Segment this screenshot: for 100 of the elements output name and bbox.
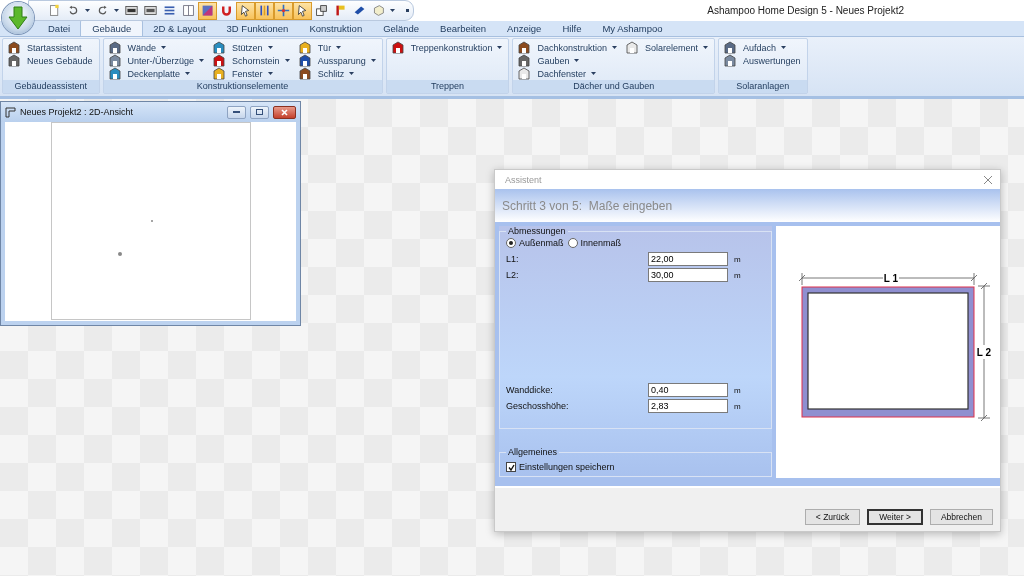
group-legend: Allgemeines	[506, 447, 560, 457]
group-legend: Abmessungen	[506, 226, 568, 236]
caret-icon	[781, 46, 786, 49]
check-icon	[507, 463, 515, 471]
tool-icon	[107, 40, 122, 55]
ribbon-button[interactable]: Aufdach	[722, 41, 801, 54]
ribbon-tab[interactable]: 3D Funktionen	[215, 21, 300, 36]
toolbar-icon	[201, 4, 214, 17]
ribbon-button[interactable]: Gauben	[517, 54, 617, 67]
dialog-button[interactable]: Abbrechen	[929, 509, 993, 525]
ribbon-tab[interactable]: Anzeige	[496, 21, 553, 36]
option-label: Außenmaß	[519, 238, 564, 248]
caret-icon	[336, 46, 342, 49]
unit-label: m	[734, 254, 741, 264]
ribbon-tab[interactable]: Hilfe	[551, 21, 593, 36]
toolbar-button[interactable]	[198, 1, 217, 20]
caret-icon	[85, 9, 90, 12]
caret-icon	[267, 72, 273, 75]
ribbon-button[interactable]: Dachfenster	[517, 67, 617, 80]
dialog-title: Assistent	[505, 174, 543, 185]
ribbon-tab[interactable]: My Ashampoo	[591, 21, 674, 36]
ribbon-button[interactable]: Dachkonstruktion	[517, 41, 617, 54]
checkbox-label: Einstellungen speichern	[519, 462, 615, 472]
window-title: Ashampoo Home Design 5 - Neues Projekt2	[706, 5, 905, 16]
toolbar-button[interactable]	[236, 1, 255, 20]
field-label: Wanddicke:	[506, 385, 554, 395]
window-title: Neues Projekt2 : 2D-Ansicht	[20, 107, 135, 117]
group-label: Konstruktionselemente	[103, 80, 382, 93]
toolbar-icon	[96, 4, 109, 17]
toolbar-icon	[182, 4, 195, 17]
ribbon-button[interactable]: Schornstein	[212, 54, 290, 67]
radio-button[interactable]	[506, 238, 516, 248]
radio-option[interactable]: Außenmaß	[506, 238, 564, 248]
ribbon-button[interactable]: Tür	[297, 41, 376, 54]
tool-icon	[7, 40, 21, 55]
ribbon-tab[interactable]: 2D & Layout	[142, 21, 217, 36]
ribbon-button[interactable]: Stützen	[212, 41, 290, 54]
toolbar-icon	[258, 4, 271, 17]
close-button[interactable]	[273, 105, 296, 119]
window-icon	[5, 106, 16, 118]
caret-icon	[349, 72, 355, 75]
ribbon-button[interactable]: Auswertungen	[722, 54, 801, 67]
ribbon-button[interactable]: Solarelement	[624, 41, 708, 54]
maximize-button[interactable]	[250, 105, 269, 119]
tool-icon	[517, 66, 532, 81]
ribbon-button[interactable]: Aussparung	[297, 54, 376, 67]
radio-button[interactable]	[567, 238, 578, 248]
caret-icon	[370, 59, 376, 62]
dialog-button[interactable]: < Zurück	[804, 509, 861, 525]
close-icon[interactable]	[984, 175, 992, 184]
toolbar-button[interactable]	[255, 1, 274, 20]
toolbar-icon	[48, 4, 61, 17]
caret-icon	[497, 46, 503, 49]
caret-icon	[390, 9, 395, 12]
input-field[interactable]: 30,00	[648, 268, 728, 282]
dialog-button[interactable]: Weiter >	[867, 509, 923, 525]
group-label: Gebäudeassistent	[3, 80, 99, 93]
ribbon-button[interactable]: Wände	[107, 41, 205, 54]
app-menu-button[interactable]	[2, 2, 34, 34]
option-label: Innenmaß	[580, 238, 622, 248]
caret-icon	[284, 59, 290, 62]
ribbon-button[interactable]: Neues Gebäude	[7, 54, 93, 67]
dimension-label: L 2	[976, 347, 992, 358]
tool-icon	[624, 40, 639, 55]
field-label: Geschosshöhe:	[506, 401, 570, 411]
group-label: Solaranlagen	[718, 80, 807, 93]
tool-icon	[212, 40, 227, 55]
tool-icon	[107, 66, 122, 81]
group-label: Treppen	[386, 80, 509, 93]
ribbon-button[interactable]: Unter-/Überzüge	[107, 54, 205, 67]
download-arrow-icon	[8, 6, 28, 30]
caret-icon	[267, 46, 273, 49]
ribbon-button[interactable]: Fenster	[212, 67, 290, 80]
ribbon-tab[interactable]: Konstruktion	[298, 21, 374, 36]
toolbar-icon	[334, 4, 347, 17]
toolbar-icon	[315, 4, 328, 17]
radio-option[interactable]: Innenmaß	[567, 238, 622, 248]
input-field[interactable]: 2,83	[648, 399, 728, 413]
ribbon-button[interactable]: Schlitz	[297, 67, 376, 80]
ribbon-tab[interactable]: Bearbeiten	[429, 21, 498, 36]
toolbar-button[interactable]	[293, 1, 312, 20]
caret-icon	[611, 46, 617, 49]
toolbar-icon	[144, 4, 157, 17]
dimension-label: L 1	[883, 273, 899, 284]
caret-icon	[161, 46, 167, 49]
ribbon-button[interactable]: Deckenplatte	[107, 67, 205, 80]
tool-icon	[212, 53, 227, 68]
minimize-button[interactable]	[227, 105, 246, 119]
input-field[interactable]: 0,40	[648, 383, 728, 397]
caret-icon	[590, 72, 596, 75]
tool-icon	[297, 53, 312, 68]
ribbon-tab[interactable]: Gelände	[372, 21, 431, 36]
checkbox[interactable]	[506, 462, 516, 472]
ribbon-button[interactable]: Treppenkonstruktion	[390, 41, 503, 54]
ribbon-button[interactable]: Startassistent	[7, 41, 93, 54]
tool-icon	[7, 53, 21, 68]
caret-icon	[702, 46, 708, 49]
input-field[interactable]: 22,00	[648, 252, 728, 266]
unit-label: m	[734, 270, 741, 280]
ribbon-tab[interactable]: Datei	[37, 21, 82, 36]
